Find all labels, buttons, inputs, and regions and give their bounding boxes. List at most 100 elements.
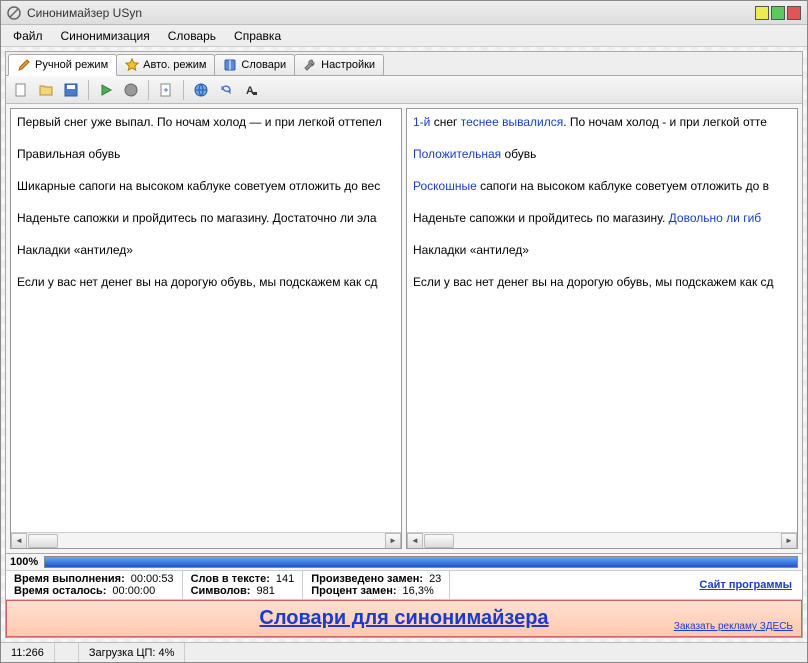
text-segment: Накладки «антилед» — [413, 243, 529, 257]
scroll-track[interactable] — [423, 533, 781, 549]
ad-main-link[interactable]: Словари для синонимайзера — [259, 607, 548, 629]
text-line: Если у вас нет денег вы на дорогую обувь… — [413, 273, 791, 291]
status-cpu: Загрузка ЦП: 4% — [79, 643, 186, 662]
stat-key: Символов: — [191, 585, 251, 597]
text-line: Накладки «антилед» — [17, 241, 395, 259]
statusbar: 11:266 Загрузка ЦП: 4% — [1, 642, 807, 662]
text-line: Шикарные сапоги на высоком каблуке совет… — [17, 177, 395, 195]
source-pane: Первый снег уже выпал. По ночам холод — … — [10, 108, 402, 549]
scroll-track[interactable] — [27, 533, 385, 549]
minimize-button[interactable] — [755, 6, 769, 20]
run-icon — [98, 82, 114, 98]
scroll-right-button[interactable]: ► — [385, 533, 401, 549]
text-segment: снег — [430, 115, 460, 129]
scroll-left-button[interactable]: ◄ — [11, 533, 27, 549]
toolbar-globe-button[interactable] — [190, 79, 212, 101]
tab-label: Словари — [241, 59, 286, 71]
toolbar-export-button[interactable] — [155, 79, 177, 101]
stat-val: 00:00:00 — [112, 585, 155, 597]
stop-icon — [123, 82, 139, 98]
progress-row: 100% — [6, 554, 802, 571]
tab-pencil[interactable]: Ручной режим — [8, 54, 117, 76]
text-line: Наденьте сапожки и пройдитесь по магазин… — [413, 209, 791, 227]
menu-synonymize[interactable]: Синонимизация — [53, 26, 158, 46]
menu-file[interactable]: Файл — [5, 26, 51, 46]
synonym-word[interactable]: Положительная — [413, 147, 501, 161]
toolbar-separator — [88, 80, 89, 100]
toolbar-run-button[interactable] — [95, 79, 117, 101]
progress-bar — [44, 556, 798, 568]
stat-key: Время выполнения: — [14, 573, 125, 585]
text-segment: Наденьте сапожки и пройдитесь по магазин… — [17, 211, 377, 225]
toolbar: A — [6, 76, 802, 104]
editor-panes: Первый снег уже выпал. По ночам холод — … — [6, 104, 802, 553]
text-segment: . По ночам холод - и при легкой отте — [563, 115, 767, 129]
toolbar-new-button[interactable] — [10, 79, 32, 101]
stat-key: Произведено замен: — [311, 573, 423, 585]
scroll-left-button[interactable]: ◄ — [407, 533, 423, 549]
scroll-thumb[interactable] — [28, 534, 58, 548]
text-segment: сапоги на высоком каблуке советуем отлож… — [477, 179, 769, 193]
source-hscroll[interactable]: ◄ ► — [11, 532, 401, 548]
synonym-word[interactable]: вывалился — [502, 115, 563, 129]
text-line: Если у вас нет денег вы на дорогую обувь… — [17, 273, 395, 291]
ad-banner[interactable]: Словари для синонимайзера Заказать рекла… — [6, 600, 802, 637]
tab-wrench[interactable]: Настройки — [294, 54, 384, 75]
toolbar-stop-button[interactable] — [120, 79, 142, 101]
tab-label: Настройки — [321, 59, 375, 71]
synonym-word[interactable]: Роскошные — [413, 179, 477, 193]
titlebar[interactable]: Синонимайзер USyn — [1, 1, 807, 25]
stats-col2: Слов в тексте:141Символов:981 — [183, 571, 304, 599]
export-icon — [158, 82, 174, 98]
progress-label: 100% — [10, 556, 38, 568]
scroll-thumb[interactable] — [424, 534, 454, 548]
source-text[interactable]: Первый снег уже выпал. По ночам холод — … — [11, 109, 401, 532]
toolbar-separator — [183, 80, 184, 100]
stat-val: 00:00:53 — [131, 573, 174, 585]
stat-val: 16,3% — [403, 585, 434, 597]
pencil-icon — [17, 58, 31, 72]
text-segment: обувь — [501, 147, 536, 161]
text-segment: Наденьте сапожки и пройдитесь по магазин… — [413, 211, 669, 225]
globe-icon — [193, 82, 209, 98]
ad-order-link[interactable]: Заказать рекламу ЗДЕСЬ — [674, 621, 793, 632]
toolbar-font-button[interactable]: A — [240, 79, 262, 101]
content-wrap: Ручной режимАвто. режимСловариНастройки … — [1, 47, 807, 642]
result-text[interactable]: 1-й снег теснее вывалился. По ночам холо… — [407, 109, 797, 532]
new-icon — [13, 82, 29, 98]
text-line: Правильная обувь — [17, 145, 395, 163]
synonym-word[interactable]: теснее — [461, 115, 499, 129]
status-spacer — [55, 643, 79, 662]
text-segment: Правильная обувь — [17, 147, 120, 161]
window-title: Синонимайзер USyn — [27, 6, 755, 20]
synonym-word[interactable]: гиб — [743, 211, 761, 225]
toolbar-refresh-button[interactable] — [215, 79, 237, 101]
program-site-link[interactable]: Сайт программы — [699, 579, 792, 591]
synonym-word[interactable]: 1-й — [413, 115, 430, 129]
synonym-word[interactable]: Довольно ли — [669, 211, 740, 225]
open-icon — [38, 82, 54, 98]
progress-fill — [45, 557, 797, 567]
text-line: Первый снег уже выпал. По ночам холод — … — [17, 113, 395, 131]
menu-help[interactable]: Справка — [226, 26, 289, 46]
maximize-button[interactable] — [771, 6, 785, 20]
toolbar-open-button[interactable] — [35, 79, 57, 101]
text-segment: Шикарные сапоги на высоком каблуке совет… — [17, 179, 380, 193]
stat-key: Слов в тексте: — [191, 573, 270, 585]
toolbar-save-button[interactable] — [60, 79, 82, 101]
stats-col3: Произведено замен:23Процент замен:16,3% — [303, 571, 450, 599]
stat-val: 981 — [256, 585, 274, 597]
stats-col1: Время выполнения: 00:00:53 Время осталось:… — [6, 571, 183, 599]
scroll-right-button[interactable]: ► — [781, 533, 797, 549]
font-icon: A — [243, 82, 259, 98]
close-button[interactable] — [787, 6, 801, 20]
tab-star[interactable]: Авто. режим — [116, 54, 215, 75]
book-icon — [223, 58, 237, 72]
stat-key: Процент замен: — [311, 585, 396, 597]
stat-key: Время осталось: — [14, 585, 106, 597]
app-icon — [7, 6, 21, 20]
tab-book[interactable]: Словари — [214, 54, 295, 75]
result-hscroll[interactable]: ◄ ► — [407, 532, 797, 548]
menu-dictionary[interactable]: Словарь — [160, 26, 224, 46]
result-pane: 1-й снег теснее вывалился. По ночам холо… — [406, 108, 798, 549]
